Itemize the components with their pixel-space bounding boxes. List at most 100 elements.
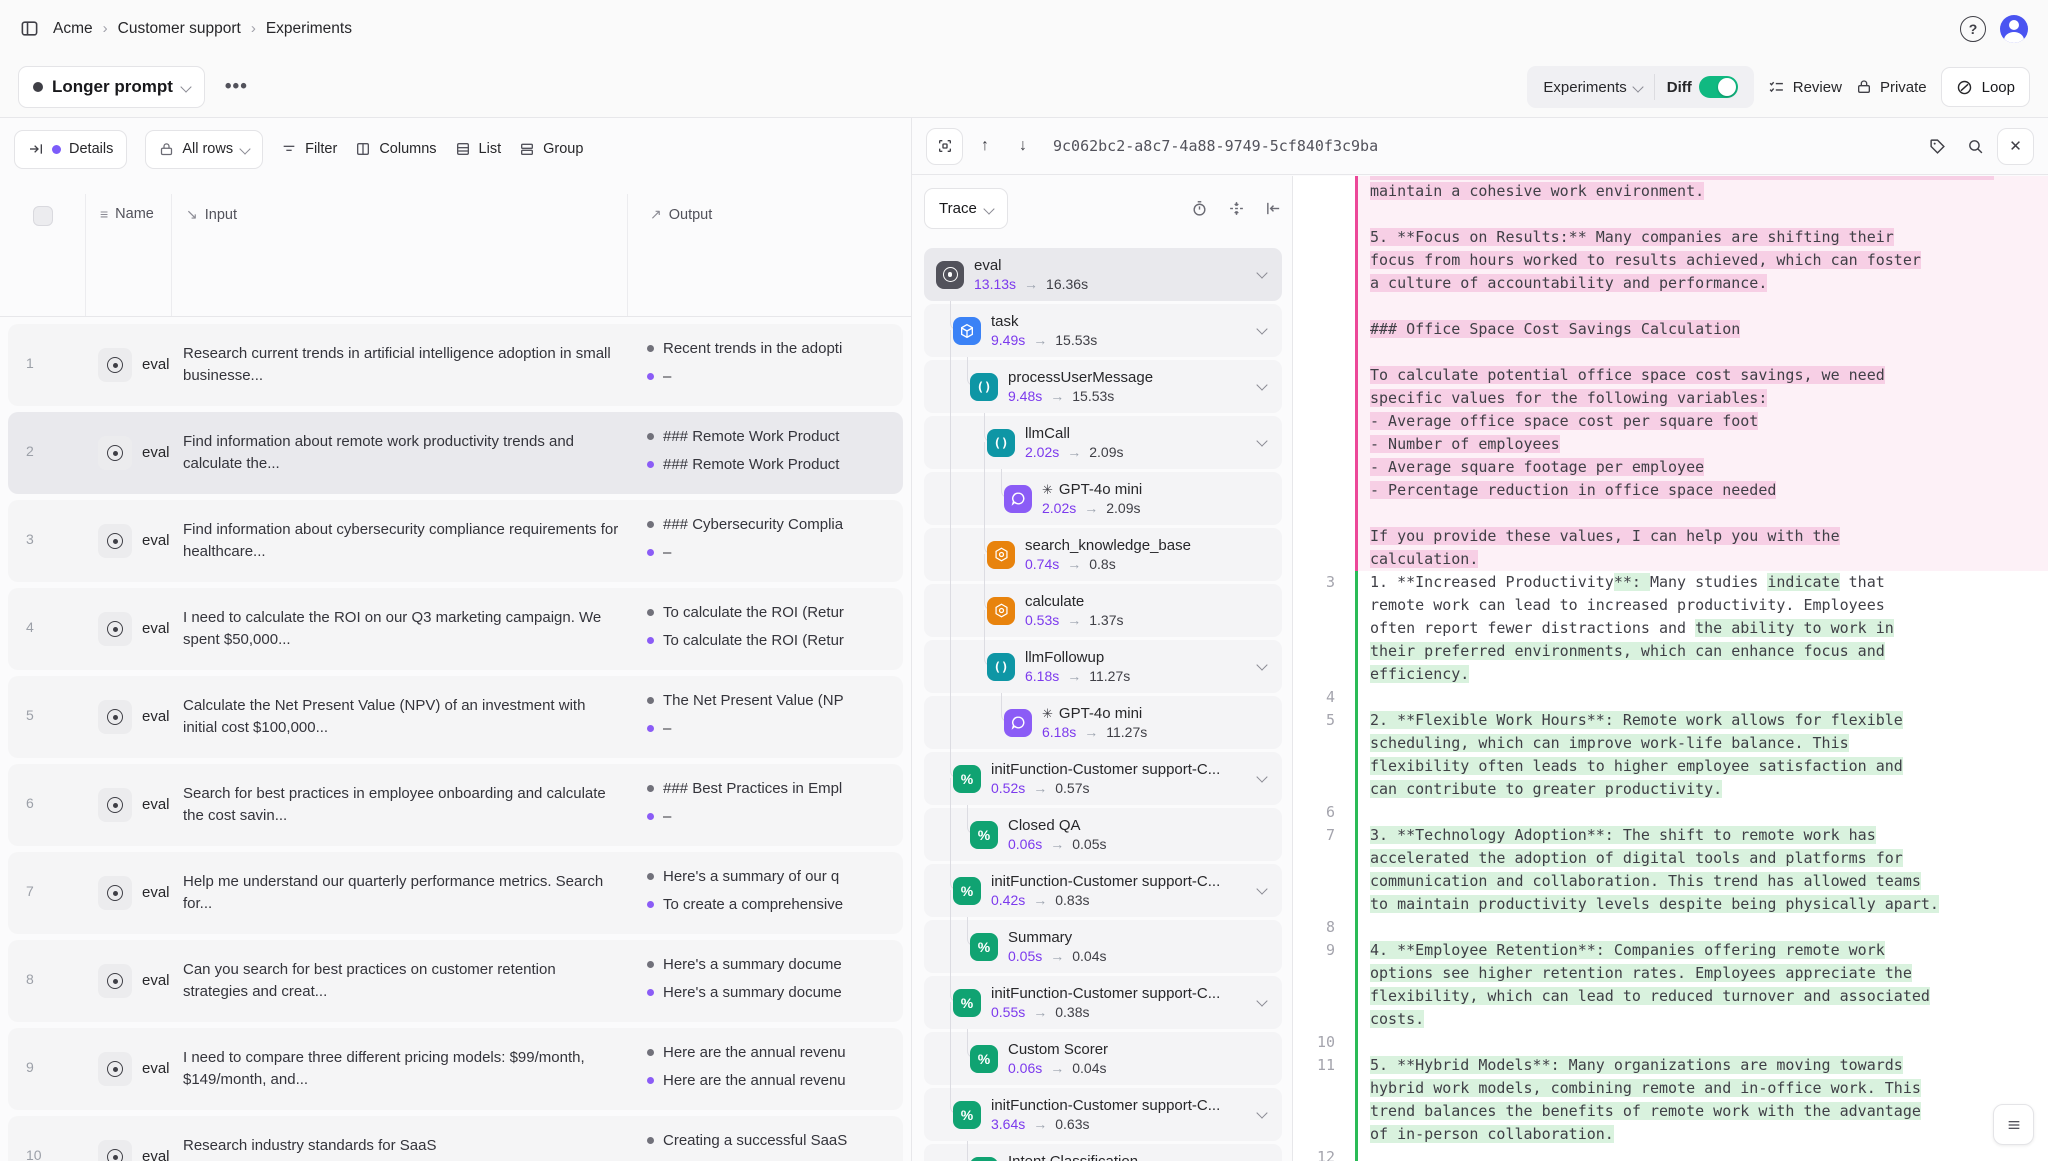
breadcrumb-project[interactable]: Customer support [118, 20, 241, 38]
chevron-down-icon[interactable] [1256, 267, 1267, 278]
table-row[interactable]: 1evalResearch current trends in artifici… [8, 324, 903, 406]
filter-button[interactable]: Filter [281, 141, 337, 157]
diff-gutter [1293, 410, 1355, 433]
table-row[interactable]: 9evalI need to compare three different p… [8, 1028, 903, 1110]
chevron-down-icon[interactable] [1256, 883, 1267, 894]
tag-icon[interactable] [1921, 129, 1953, 163]
diff-line-number: 9 [1293, 939, 1355, 1031]
trace-span-row[interactable]: task9.49s→15.53s [924, 304, 1282, 357]
trace-span-row[interactable]: %initFunction-Customer support-C...0.52s… [924, 752, 1282, 805]
sidebar-toggle-icon[interactable] [20, 19, 39, 38]
removed-text: calculation. [1370, 550, 1478, 568]
chevron-down-icon[interactable] [1256, 659, 1267, 670]
avatar[interactable] [2000, 15, 2028, 43]
arrow-right-icon: → [1084, 723, 1098, 742]
scorer-percent-icon: % [953, 1101, 981, 1129]
columns-icon [355, 141, 371, 157]
column-header-output[interactable]: ↗Output [628, 194, 911, 316]
chevron-down-icon[interactable] [1256, 995, 1267, 1006]
column-header-input[interactable]: ↘Input [172, 194, 628, 316]
table-row[interactable]: 2evalFind information about remote work … [8, 412, 903, 494]
help-icon[interactable]: ? [1960, 16, 1986, 42]
trace-span-row[interactable]: ✳GPT-4o mini6.18s→11.27s [924, 696, 1282, 749]
diff-removed-text: maintain a cohesive work environment. [1355, 180, 2048, 203]
table-row[interactable]: 10evalResearch industry standards for Sa… [8, 1116, 903, 1161]
trace-span-row[interactable]: calculate0.53s→1.37s [924, 584, 1282, 637]
chevron-down-icon[interactable] [1256, 435, 1267, 446]
span-durations: 0.52s→0.57s [991, 779, 1220, 798]
output-text: Here are the annual revenu [663, 1044, 846, 1061]
duration-comparison: 0.38s [1055, 1003, 1089, 1022]
chevron-down-icon[interactable] [1256, 771, 1267, 782]
trace-span-row[interactable]: %Intent Classification→ [924, 1144, 1282, 1161]
trace-span-row[interactable]: %initFunction-Customer support-C...3.64s… [924, 1088, 1282, 1141]
group-button[interactable]: Group [519, 141, 583, 157]
trace-span-row[interactable]: %initFunction-Customer support-C...0.55s… [924, 976, 1282, 1029]
trace-span-row[interactable]: %Custom Scorer0.06s→0.04s [924, 1032, 1282, 1085]
trace-span-row[interactable]: %initFunction-Customer support-C...0.42s… [924, 864, 1282, 917]
arrow-right-icon: → [1033, 1003, 1047, 1022]
breadcrumb-experiments[interactable]: Experiments [266, 20, 352, 38]
checklist-icon [1768, 79, 1785, 96]
trace-view-dropdown[interactable]: Trace [924, 188, 1008, 229]
trace-span-row[interactable]: %Closed QA0.06s→0.05s [924, 808, 1282, 861]
span-info: ✳GPT-4o mini6.18s→11.27s [1042, 704, 1147, 742]
loop-icon [1956, 79, 1973, 96]
output-text: ### Remote Work Product [663, 456, 839, 473]
trace-span-row[interactable]: %Summary0.05s→0.04s [924, 920, 1282, 973]
trace-span-row[interactable]: ✳GPT-4o mini2.02s→2.09s [924, 472, 1282, 525]
more-menu-icon[interactable]: ••• [219, 76, 254, 98]
chevron-down-icon[interactable] [1256, 379, 1267, 390]
table-row[interactable]: 7evalHelp me understand our quarterly pe… [8, 852, 903, 934]
table-row[interactable]: 5evalCalculate the Net Present Value (NP… [8, 676, 903, 758]
breadcrumb-acme[interactable]: Acme [53, 20, 93, 38]
private-button[interactable]: Private [1856, 79, 1927, 96]
diff-removed-line: - Average office space cost per square f… [1293, 410, 2048, 433]
collapse-rows-icon[interactable] [1228, 200, 1245, 217]
duration-comparison: 11.27s [1106, 723, 1147, 742]
trace-span-row[interactable]: eval13.13s→16.36s [924, 248, 1282, 301]
experiment-selector[interactable]: Longer prompt [18, 66, 205, 108]
search-icon[interactable] [1959, 129, 1991, 163]
diff-removed-line [1293, 341, 2048, 364]
span-durations: 0.42s→0.83s [991, 891, 1220, 910]
trace-span-row[interactable]: ()llmFollowup6.18s→11.27s [924, 640, 1282, 693]
table-row[interactable]: 6evalSearch for best practices in employ… [8, 764, 903, 846]
chevron-down-icon[interactable] [1256, 1107, 1267, 1118]
output-line: Recent trends in the adopti [647, 334, 897, 362]
chevron-down-icon[interactable] [1256, 323, 1267, 334]
next-row-icon[interactable]: ↓ [1007, 129, 1039, 163]
lock-icon [1856, 79, 1872, 95]
details-button[interactable]: Details [14, 130, 127, 169]
list-button[interactable]: List [455, 141, 502, 157]
close-panel-icon[interactable]: ✕ [1997, 128, 2034, 165]
table-row[interactable]: 8evalCan you search for best practices o… [8, 940, 903, 1022]
experiments-view-dropdown[interactable]: Experiments [1531, 66, 1653, 108]
expand-panel-icon[interactable] [926, 128, 963, 165]
previous-row-icon[interactable]: ↑ [969, 129, 1001, 163]
column-header-name[interactable]: ≡Name [86, 194, 172, 316]
view-segmented-control: Experiments Diff [1527, 66, 1753, 108]
table-row[interactable]: 4evalI need to calculate the ROI on our … [8, 588, 903, 670]
table-row[interactable]: 3evalFind information about cybersecurit… [8, 500, 903, 582]
trace-span-row[interactable]: ()llmCall2.02s→2.09s [924, 416, 1282, 469]
trace-span-row[interactable]: ()processUserMessage9.48s→15.53s [924, 360, 1282, 413]
filter-icon [281, 141, 297, 157]
select-all-checkbox[interactable] [33, 206, 53, 226]
span-info: calculate0.53s→1.37s [1025, 592, 1124, 630]
columns-button[interactable]: Columns [355, 141, 436, 157]
loop-button[interactable]: Loop [1941, 67, 2030, 107]
timer-icon[interactable] [1191, 200, 1208, 217]
output-menu-button[interactable] [1993, 1104, 2034, 1145]
arrow-right-icon: → [1067, 611, 1081, 630]
collapse-panel-left-icon[interactable] [1265, 200, 1282, 217]
added-text: 2. **Flexible Work Hours**: Remote work … [1370, 711, 1903, 798]
all-rows-dropdown[interactable]: All rows [145, 130, 263, 169]
row-output: ### Cybersecurity Complia– [647, 510, 897, 578]
trace-span-row[interactable]: search_knowledge_base0.74s→0.8s [924, 528, 1282, 581]
diff-toggle[interactable] [1699, 76, 1738, 98]
duration-current: 0.74s [1025, 555, 1059, 574]
span-durations: 0.05s→0.04s [1008, 947, 1107, 966]
review-button[interactable]: Review [1768, 79, 1842, 96]
trace-body: Trace eval13.13s→16.36stask9.49s→15.53s(… [912, 176, 2048, 1161]
